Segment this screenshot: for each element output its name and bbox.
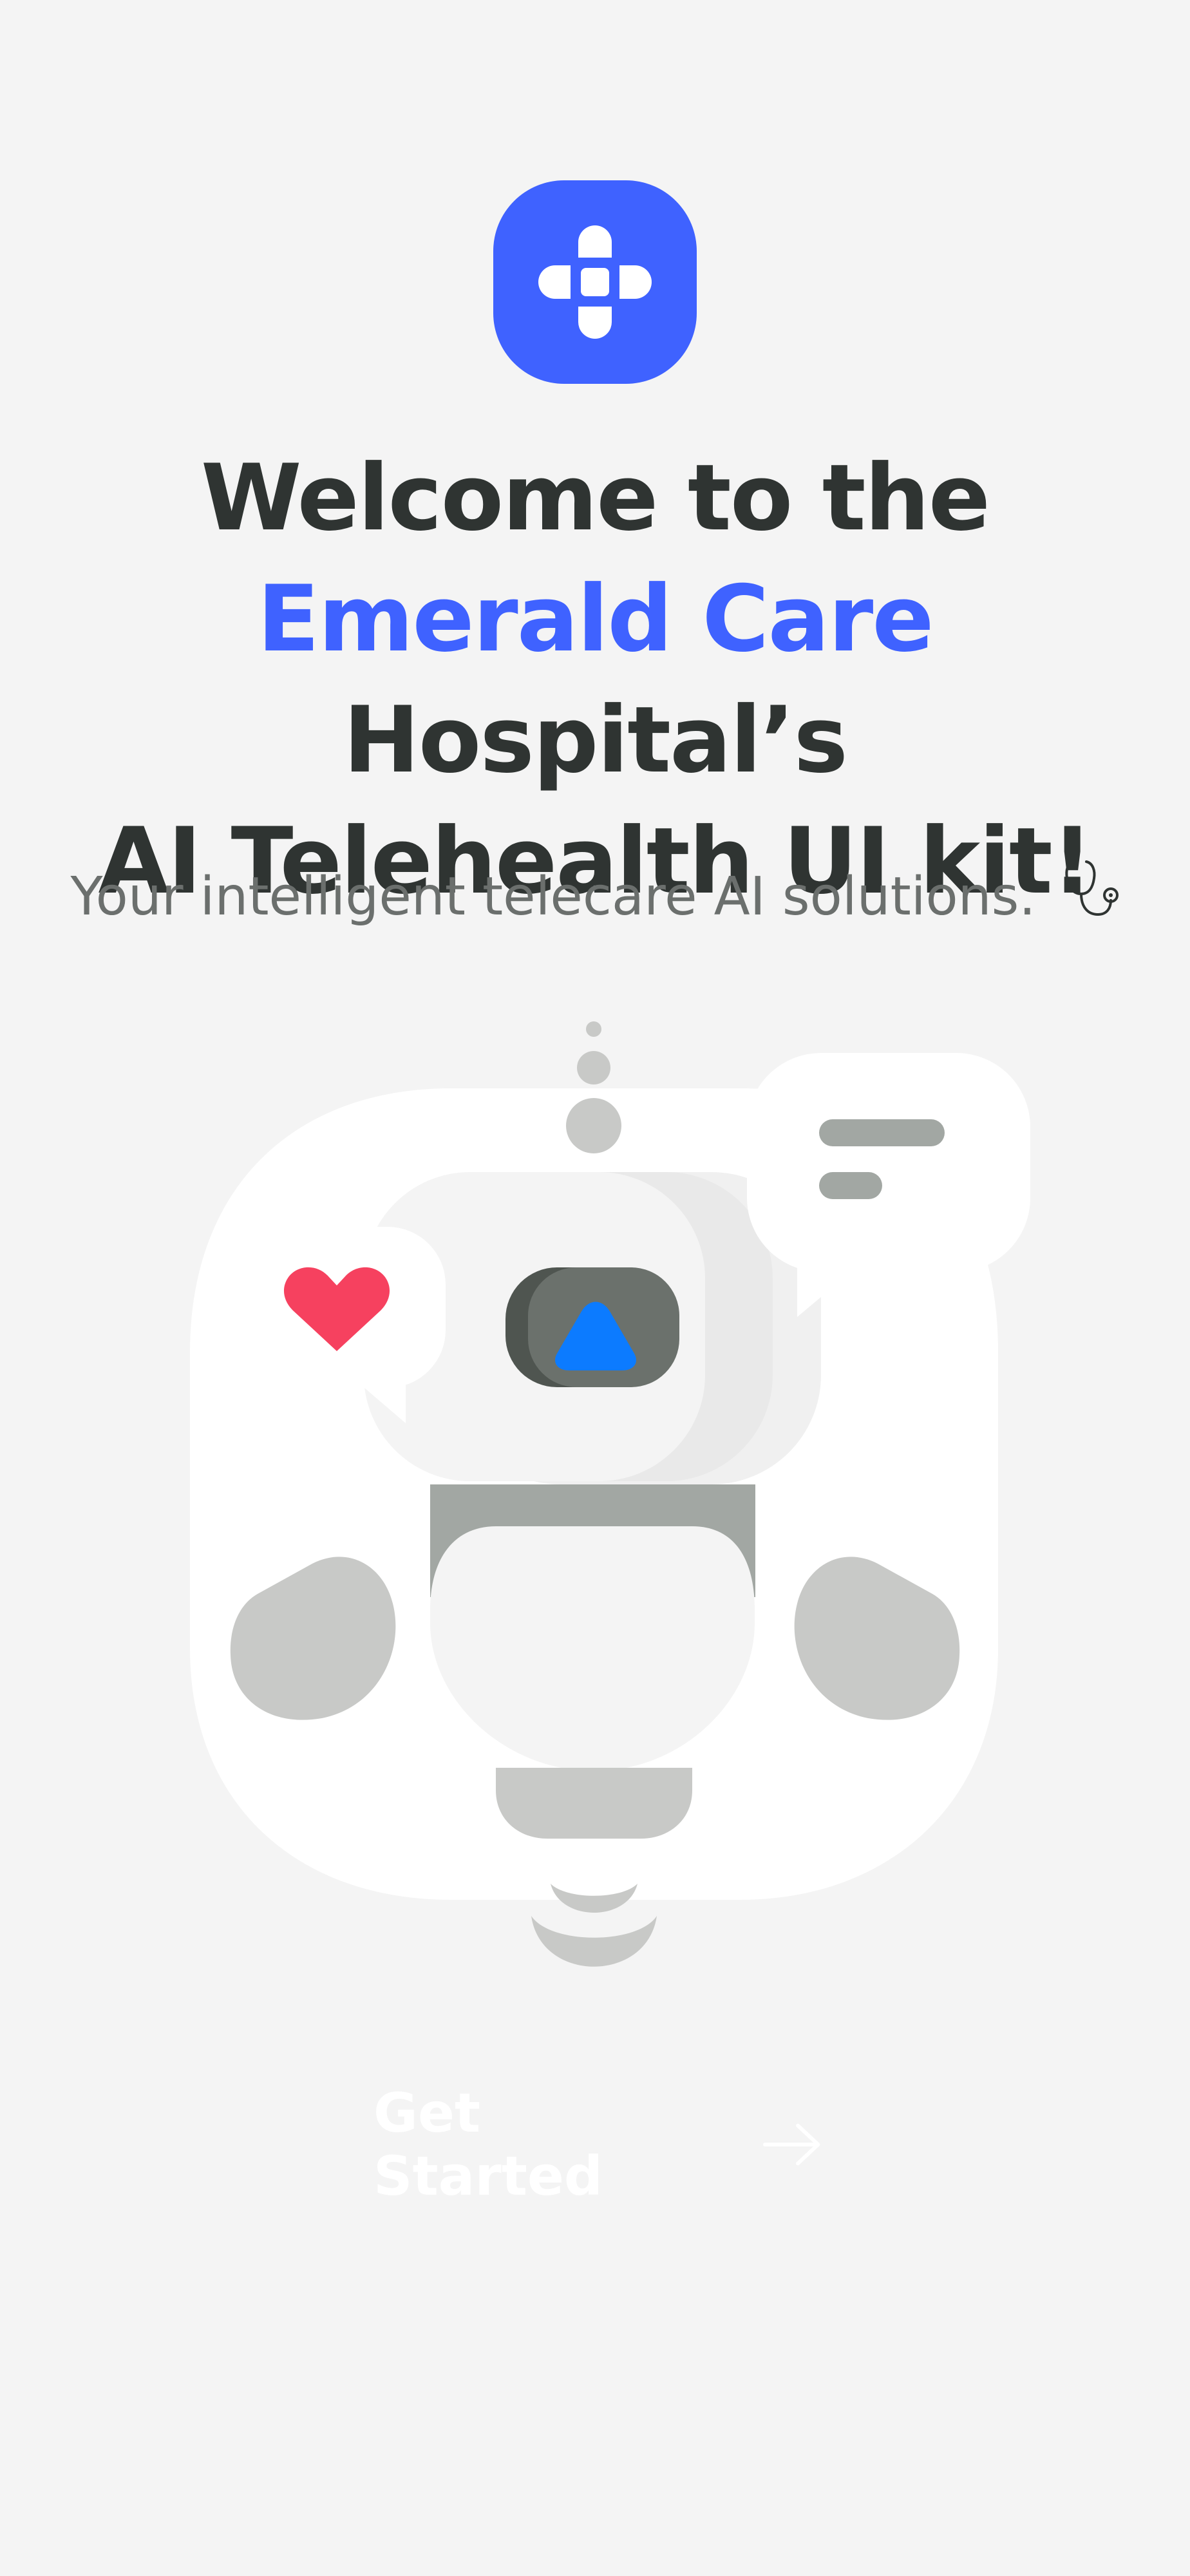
signal-arc-large: [531, 1916, 657, 1967]
antenna-dot-medium: [577, 1051, 610, 1084]
chat-line-1: [819, 1119, 945, 1146]
antenna-dot-large: [566, 1098, 621, 1153]
robot-assistant-illustration: [190, 1021, 1030, 1967]
get-started-label: Get Started: [373, 2081, 603, 2208]
chat-line-2: [819, 1172, 882, 1199]
robot-base: [496, 1768, 692, 1839]
antenna-dot-small: [586, 1021, 601, 1037]
arrow-right-icon: [762, 2123, 820, 2166]
get-started-button[interactable]: Get Started: [373, 2081, 824, 2208]
